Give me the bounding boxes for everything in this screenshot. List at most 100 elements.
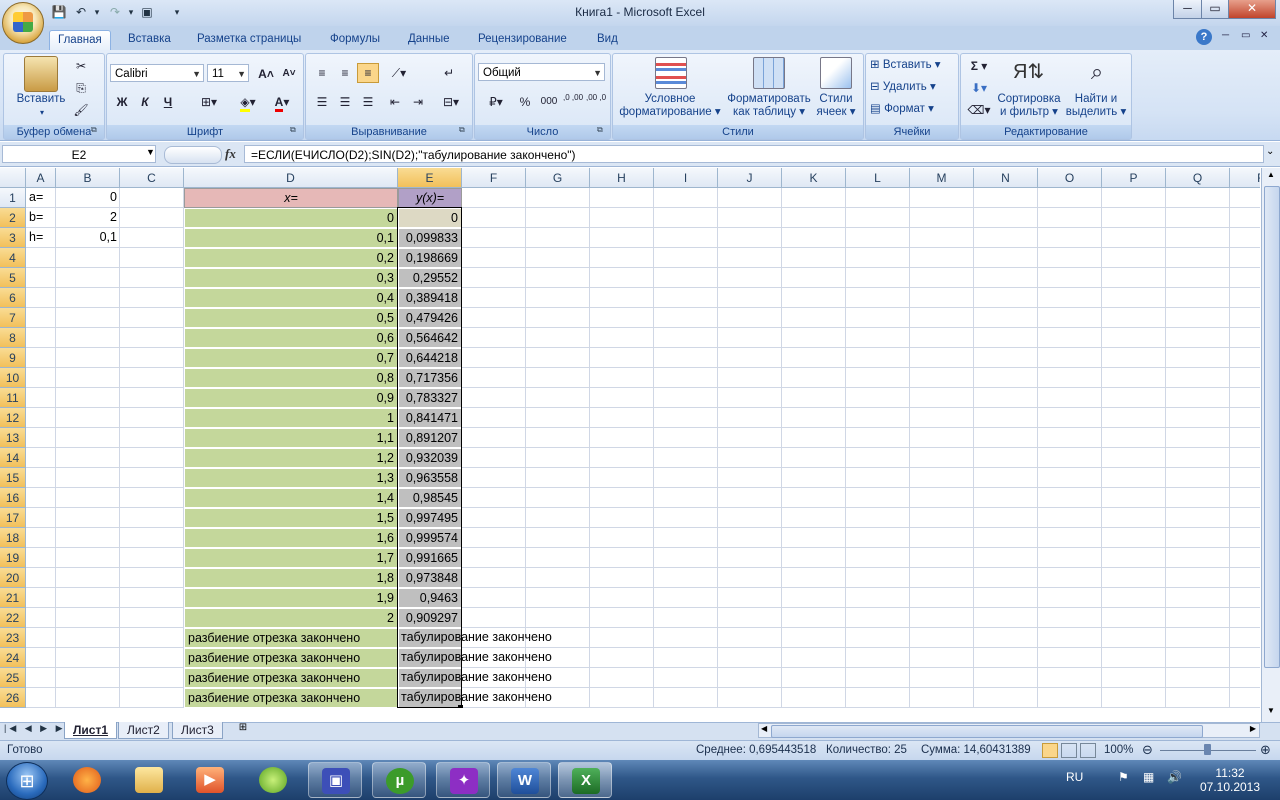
- grid-cell[interactable]: [26, 508, 56, 528]
- grid-cell[interactable]: [910, 568, 974, 588]
- grid-cell[interactable]: [590, 428, 654, 448]
- grid-cell[interactable]: [782, 628, 846, 648]
- grid-cell[interactable]: [1166, 288, 1230, 308]
- column-header[interactable]: I: [654, 168, 718, 188]
- grid-cell[interactable]: [26, 628, 56, 648]
- grid-cell[interactable]: [462, 508, 526, 528]
- grid-cell[interactable]: [462, 588, 526, 608]
- scroll-down-icon[interactable]: ▼: [1263, 706, 1279, 720]
- grid-cell[interactable]: [26, 528, 56, 548]
- grid-cell[interactable]: [26, 348, 56, 368]
- grid-cell[interactable]: [782, 248, 846, 268]
- y-value-cell[interactable]: 0,564642: [398, 328, 462, 348]
- grid-cell[interactable]: [1102, 568, 1166, 588]
- grid-cell[interactable]: [846, 448, 910, 468]
- taskbar-word[interactable]: W: [497, 762, 551, 798]
- grid-cell[interactable]: [1038, 328, 1102, 348]
- grid-cell[interactable]: [590, 408, 654, 428]
- grid-cell[interactable]: [56, 288, 120, 308]
- grid-cell[interactable]: [974, 448, 1038, 468]
- grid-cell[interactable]: [26, 248, 56, 268]
- grid-cell[interactable]: [1102, 208, 1166, 228]
- grid-cell[interactable]: [1166, 688, 1230, 708]
- format-cells-button[interactable]: ▤ Формат ▾: [870, 101, 934, 115]
- x-value-cell[interactable]: 2: [184, 608, 398, 628]
- grid-cell[interactable]: [56, 548, 120, 568]
- row-header[interactable]: 25: [0, 668, 26, 688]
- column-header[interactable]: M: [910, 168, 974, 188]
- grid-cell[interactable]: [1038, 628, 1102, 648]
- grid-cell[interactable]: [26, 308, 56, 328]
- grid-cell[interactable]: [718, 608, 782, 628]
- clock[interactable]: 11:32 07.10.2013: [1195, 766, 1265, 794]
- grid-cell[interactable]: [974, 408, 1038, 428]
- grid-cell[interactable]: [56, 308, 120, 328]
- end-x-cell[interactable]: разбиение отрезка закончено: [184, 648, 398, 668]
- column-header[interactable]: J: [718, 168, 782, 188]
- y-value-cell[interactable]: 0,9463: [398, 588, 462, 608]
- grid-cell[interactable]: [718, 528, 782, 548]
- grid-cell[interactable]: [56, 508, 120, 528]
- x-value-cell[interactable]: 0,3: [184, 268, 398, 288]
- x-value-cell[interactable]: 0,2: [184, 248, 398, 268]
- grid-cell[interactable]: [910, 368, 974, 388]
- grid-cell[interactable]: [974, 648, 1038, 668]
- grid-cell[interactable]: [782, 608, 846, 628]
- grid-cell[interactable]: [56, 628, 120, 648]
- y-value-cell[interactable]: 0,479426: [398, 308, 462, 328]
- x-value-cell[interactable]: 0,1: [184, 228, 398, 248]
- grid-cell[interactable]: [782, 568, 846, 588]
- grid-cell[interactable]: [910, 308, 974, 328]
- grid-cell[interactable]: [1166, 388, 1230, 408]
- grid-cell[interactable]: [590, 528, 654, 548]
- merge-center-icon[interactable]: ⊟▾: [436, 92, 466, 112]
- grid-cell[interactable]: [462, 208, 526, 228]
- grid-cell[interactable]: [1230, 468, 1260, 488]
- page-layout-view-icon[interactable]: [1061, 743, 1077, 758]
- grid-cell[interactable]: [910, 248, 974, 268]
- grid-cell[interactable]: [1102, 328, 1166, 348]
- grid-cell[interactable]: [846, 428, 910, 448]
- grid-cell[interactable]: [1038, 268, 1102, 288]
- grid-cell[interactable]: [654, 468, 718, 488]
- fill-color-icon[interactable]: ◈▾: [232, 92, 264, 112]
- scroll-right-icon[interactable]: ▶: [1250, 724, 1256, 733]
- start-button[interactable]: ⊞: [6, 762, 48, 800]
- grid-cell[interactable]: [590, 248, 654, 268]
- row-header[interactable]: 1: [0, 188, 26, 208]
- grid-cell[interactable]: [1230, 228, 1260, 248]
- grid-cell[interactable]: [910, 628, 974, 648]
- column-header[interactable]: K: [782, 168, 846, 188]
- param-value-cell[interactable]: 2: [56, 208, 120, 228]
- tab-item[interactable]: Разметка страницы: [189, 30, 309, 50]
- end-x-cell[interactable]: разбиение отрезка закончено: [184, 688, 398, 708]
- grid-cell[interactable]: [846, 488, 910, 508]
- grid-cell[interactable]: [1166, 428, 1230, 448]
- grid-cell[interactable]: [1230, 428, 1260, 448]
- grid-cell[interactable]: [974, 628, 1038, 648]
- y-value-cell[interactable]: 0,973848: [398, 568, 462, 588]
- grid-cell[interactable]: [1166, 328, 1230, 348]
- grid-cell[interactable]: [782, 648, 846, 668]
- number-launcher-icon[interactable]: ⧉: [597, 125, 603, 135]
- grid-cell[interactable]: [910, 448, 974, 468]
- grid-cell[interactable]: [782, 488, 846, 508]
- grid-cell[interactable]: [526, 348, 590, 368]
- grid-cell[interactable]: [26, 408, 56, 428]
- tray-volume-icon[interactable]: 🔊: [1167, 770, 1182, 784]
- grid-cell[interactable]: [120, 468, 184, 488]
- grid-cell[interactable]: [1230, 668, 1260, 688]
- grid-cell[interactable]: [910, 648, 974, 668]
- row-header[interactable]: 16: [0, 488, 26, 508]
- grid-cell[interactable]: [1038, 508, 1102, 528]
- row-header[interactable]: 7: [0, 308, 26, 328]
- grid-cell[interactable]: [1166, 548, 1230, 568]
- grid-cell[interactable]: [462, 368, 526, 388]
- grid-cell[interactable]: [1038, 408, 1102, 428]
- grid-cell[interactable]: [1166, 488, 1230, 508]
- grid-cell[interactable]: [718, 348, 782, 368]
- grid-cell[interactable]: [718, 628, 782, 648]
- grid-cell[interactable]: [26, 268, 56, 288]
- grid-cell[interactable]: [1230, 688, 1260, 708]
- grid-cell[interactable]: [782, 208, 846, 228]
